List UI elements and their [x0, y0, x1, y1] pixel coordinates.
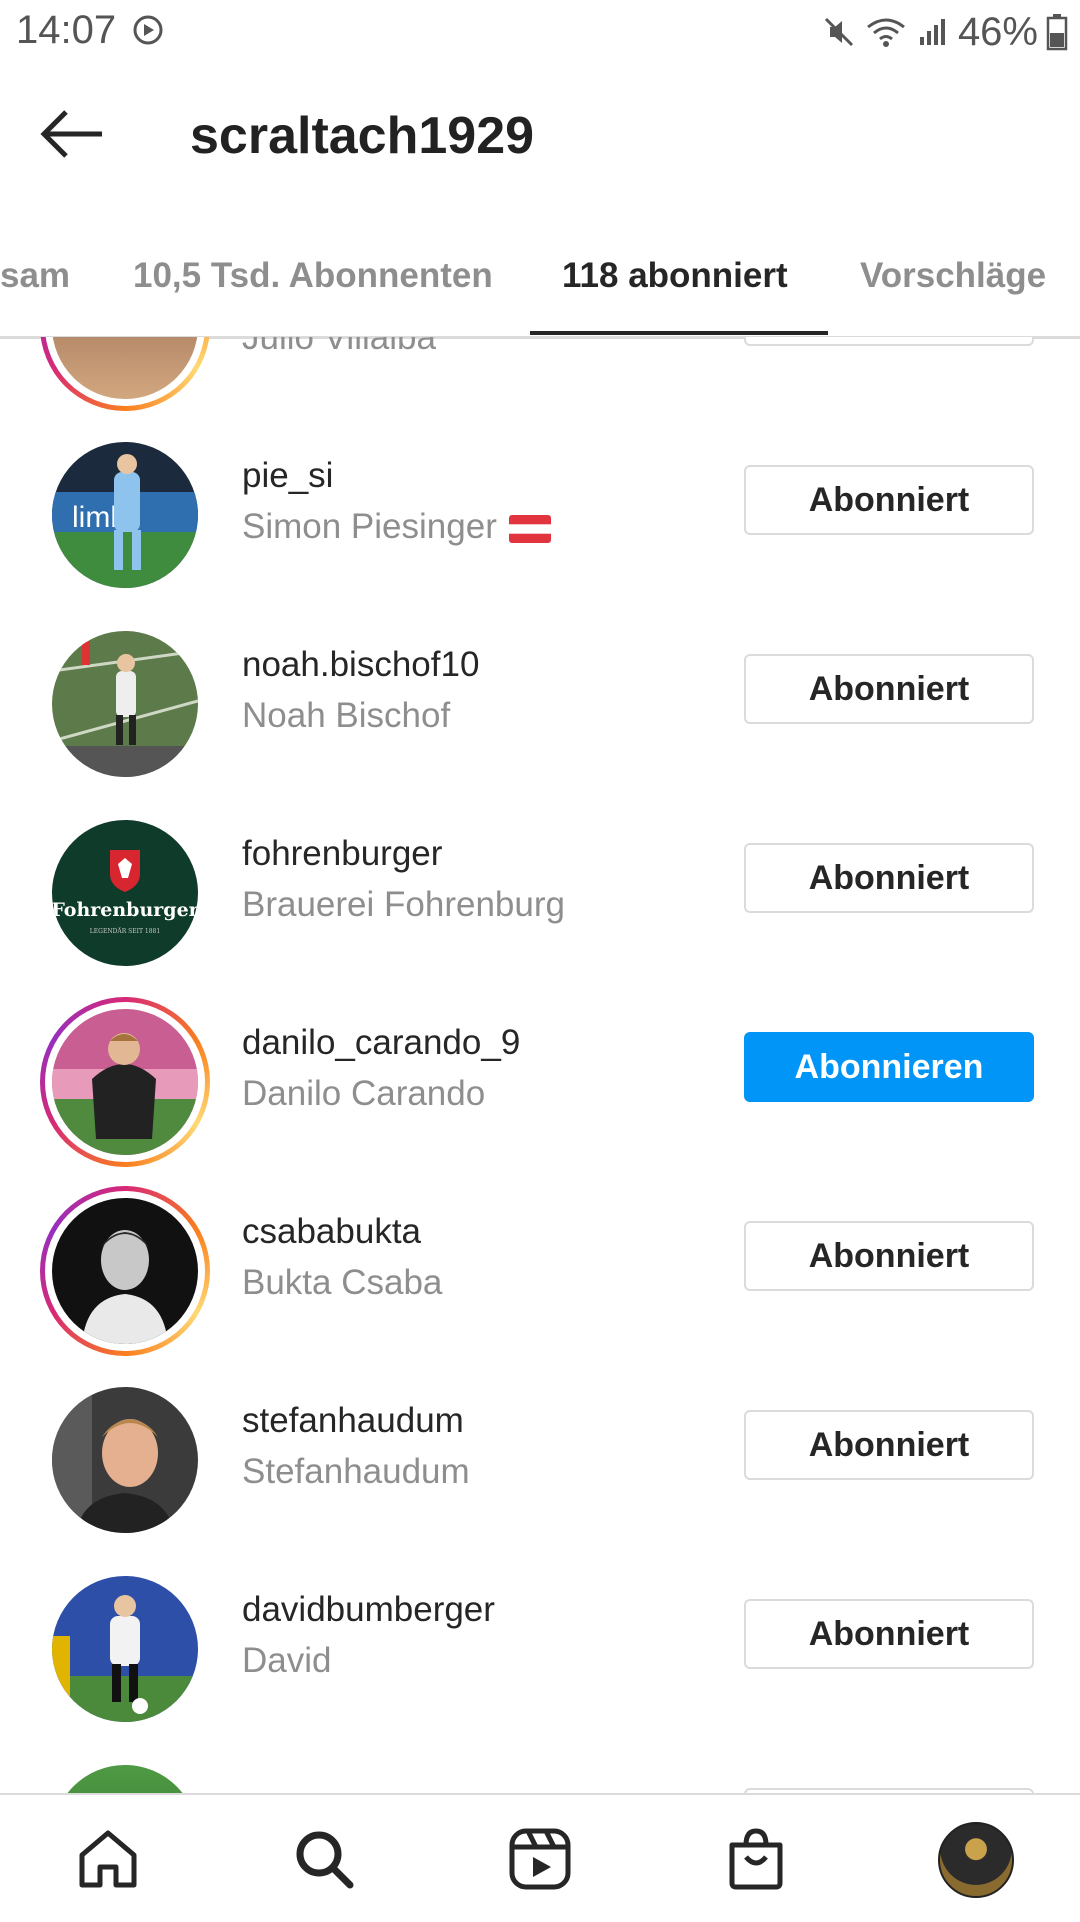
list-item-username[interactable]: davidbumberger	[242, 1590, 495, 1630]
reels-icon[interactable]	[506, 1825, 574, 1893]
header: scraltach1929	[0, 64, 1080, 204]
list-item-username[interactable]: danilo_carando_9	[242, 1023, 520, 1063]
list-item-fullname: Noah Bischof	[242, 696, 451, 735]
status-right: 46%	[822, 8, 1068, 56]
list-item-fullname: Brauerei Fohrenburg	[242, 885, 565, 924]
back-arrow-icon[interactable]	[36, 104, 108, 164]
list-item[interactable]: danilo_carando_9 Danilo Carando Abonnier…	[0, 963, 1080, 1167]
tab-followers[interactable]: 10,5 Tsd. Abonnenten	[133, 256, 493, 296]
list-item-username[interactable]: csababukta	[242, 1212, 421, 1252]
fohrenburger-logo: Fohrenburger LEGENDÄR SEIT 1881	[52, 850, 198, 935]
list-item-username[interactable]: pie_si	[242, 456, 333, 496]
status-bar: 14:07 46%	[0, 0, 1080, 64]
signal-icon	[919, 19, 945, 45]
list-item-fullname: David	[242, 1641, 332, 1680]
list-item[interactable]: noah.bischof10 Noah Bischof Abonniert	[0, 585, 1080, 777]
follow-button[interactable]: Abonnieren	[744, 1032, 1034, 1102]
tab-suggestions[interactable]: Vorschläge	[860, 256, 1046, 296]
home-icon[interactable]	[74, 1825, 142, 1893]
following-button[interactable]: Abonniert	[744, 654, 1034, 724]
screen-record-icon	[133, 15, 163, 45]
list-item-fullname: Bukta Csaba	[242, 1263, 443, 1302]
avatar[interactable]	[52, 1387, 198, 1533]
following-button[interactable]: Abonniert	[744, 1410, 1034, 1480]
mute-icon	[824, 17, 853, 47]
list-item-fullname: Simon Piesinger	[242, 507, 551, 547]
list-item-username[interactable]: stefanhaudum	[242, 1401, 464, 1441]
list-item-username[interactable]: noah.bischof10	[242, 645, 479, 685]
avatar[interactable]: Fohrenburger LEGENDÄR SEIT 1881	[52, 820, 198, 966]
austria-flag-icon	[508, 514, 551, 543]
tab-bar: sam 10,5 Tsd. Abonnenten 118 abonniert V…	[0, 218, 1080, 339]
following-button[interactable]: Abonniert	[744, 843, 1034, 913]
list-item[interactable]: davidbumberger David Abonniert	[0, 1530, 1080, 1722]
tab-gemeinsam[interactable]: sam	[0, 256, 70, 296]
avatar[interactable]	[52, 1576, 198, 1722]
list-item-fullname: Julio Villalba	[242, 337, 436, 357]
list-item[interactable]: Fohrenburger LEGENDÄR SEIT 1881 fohrenbu…	[0, 774, 1080, 966]
list-item[interactable]: csababukta Bukta Csaba Abonniert	[0, 1152, 1080, 1356]
wifi-icon	[867, 18, 905, 47]
following-button[interactable]: Abonniert	[744, 1221, 1034, 1291]
tab-following[interactable]: 118 abonniert	[562, 256, 788, 296]
shop-icon[interactable]	[722, 1825, 790, 1893]
follow-button[interactable]	[744, 337, 1034, 346]
following-list[interactable]: Julio Villalba limb pie_si Simon Piesing…	[0, 337, 1080, 1793]
following-button[interactable]: Abonniert	[744, 465, 1034, 535]
list-item-fullname: Stefanhaudum	[242, 1452, 470, 1491]
bottom-nav	[0, 1793, 1080, 1922]
svg-text:LEGENDÄR SEIT 1881: LEGENDÄR SEIT 1881	[90, 928, 160, 935]
list-item[interactable]	[0, 1719, 1080, 1793]
avatar[interactable]	[52, 1765, 198, 1793]
list-item[interactable]: limb pie_si Simon Piesinger Abonniert	[0, 396, 1080, 588]
page-title: scraltach1929	[190, 107, 535, 165]
list-item-fullname: Danilo Carando	[242, 1074, 486, 1113]
search-icon[interactable]	[290, 1825, 358, 1893]
list-item[interactable]: Julio Villalba	[0, 337, 1080, 411]
profile-avatar[interactable]	[938, 1822, 1014, 1898]
avatar[interactable]	[52, 1198, 198, 1344]
avatar[interactable]	[52, 1009, 198, 1155]
list-item[interactable]: stefanhaudum Stefanhaudum Abonniert	[0, 1341, 1080, 1533]
list-item-fullname-text: Simon Piesinger	[242, 507, 497, 546]
avatar[interactable]	[52, 631, 198, 777]
battery-icon	[1046, 14, 1068, 51]
svg-text:Fohrenburger: Fohrenburger	[52, 899, 198, 921]
status-time: 14:07	[16, 8, 117, 52]
battery-percent: 46%	[957, 9, 1038, 54]
active-tab-indicator	[530, 331, 828, 335]
avatar[interactable]: limb	[52, 442, 198, 588]
following-button[interactable]: Abonniert	[744, 1599, 1034, 1669]
list-item-username[interactable]: fohrenburger	[242, 834, 442, 874]
